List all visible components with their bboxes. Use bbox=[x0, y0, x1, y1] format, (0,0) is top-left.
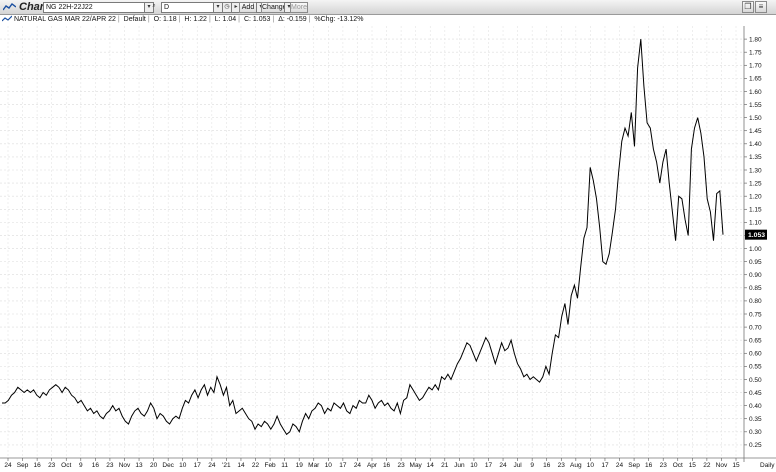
x-tick-label: 23 bbox=[48, 462, 56, 469]
y-tick-label: 1.75 bbox=[749, 49, 762, 56]
y-tick-label: 1.15 bbox=[749, 207, 762, 214]
x-tick-label: Nov bbox=[716, 462, 728, 469]
last-price-marker: 1.053 bbox=[745, 229, 767, 240]
y-tick-label: 0.65 bbox=[749, 337, 762, 344]
period-label: Daily bbox=[760, 462, 775, 469]
x-tick-label: 17 bbox=[601, 462, 609, 469]
y-tick-label: 0.25 bbox=[749, 442, 762, 449]
chart-grid bbox=[0, 26, 776, 458]
x-tick-label: 17 bbox=[485, 462, 493, 469]
x-tick-label: Sep bbox=[628, 462, 640, 469]
y-tick-label: 0.70 bbox=[749, 324, 762, 331]
x-tick-label: 10 bbox=[470, 462, 478, 469]
x-tick-label: 10 bbox=[587, 462, 595, 469]
y-tick-label: 0.80 bbox=[749, 298, 762, 305]
x-tick-label: 24 bbox=[616, 462, 624, 469]
y-tick-label: 1.70 bbox=[749, 63, 762, 70]
x-tick-label: 23 bbox=[398, 462, 406, 469]
y-tick-label: 0.60 bbox=[749, 351, 762, 358]
x-tick-label: Mar bbox=[308, 462, 320, 469]
x-tick-label: 22 bbox=[252, 462, 260, 469]
x-tick-label: 9 bbox=[530, 462, 534, 469]
x-tick-label: 14 bbox=[427, 462, 435, 469]
x-tick-label: 9 bbox=[79, 462, 83, 469]
x-tick-label: 10 bbox=[179, 462, 187, 469]
y-tick-label: 1.25 bbox=[749, 180, 762, 187]
y-tick-label: 1.65 bbox=[749, 76, 762, 83]
y-tick-label: 1.80 bbox=[749, 36, 762, 43]
y-tick-label: 0.50 bbox=[749, 377, 762, 384]
x-tick-label: 10 bbox=[325, 462, 333, 469]
x-tick-label: 23 bbox=[558, 462, 566, 469]
x-tick-label: 15 bbox=[689, 462, 697, 469]
x-tick-label: Apr bbox=[367, 462, 378, 469]
y-tick-label: 1.20 bbox=[749, 193, 762, 200]
x-tick-label: Nov bbox=[119, 462, 131, 469]
x-tick-label: Dec bbox=[162, 462, 174, 469]
x-tick-label: 23 bbox=[660, 462, 668, 469]
x-tick-label: 17 bbox=[339, 462, 347, 469]
x-tick-label: 24 bbox=[499, 462, 507, 469]
x-tick-label: Oct bbox=[61, 462, 71, 469]
last-price-label: 1.053 bbox=[748, 232, 765, 239]
y-tick-label: 1.45 bbox=[749, 128, 762, 135]
price-chart[interactable]: 24 Sep 16 23 Oct 9 16 23 Nov 13 20 Dec 10 17 24 '21 14 22… bbox=[0, 0, 776, 472]
x-tick-label: 22 bbox=[703, 462, 711, 469]
y-tick-label: 0.35 bbox=[749, 416, 762, 423]
y-tick-label: 1.30 bbox=[749, 167, 762, 174]
x-axis: 24 Sep 16 23 Oct 9 16 23 Nov 13 20 Dec 10 17 24 '21 14 22… bbox=[0, 457, 776, 469]
y-tick-label: 0.45 bbox=[749, 390, 762, 397]
x-tick-label: 20 bbox=[150, 462, 158, 469]
x-tick-label: 16 bbox=[543, 462, 551, 469]
x-tick-label: 16 bbox=[383, 462, 391, 469]
y-tick-label: 0.55 bbox=[749, 364, 762, 371]
y-tick-label: 1.60 bbox=[749, 89, 762, 96]
x-tick-label: 21 bbox=[441, 462, 449, 469]
y-tick-label: 1.35 bbox=[749, 154, 762, 161]
x-tick-label: 24 bbox=[4, 462, 12, 469]
x-tick-label: 24 bbox=[208, 462, 216, 469]
x-tick-label: 16 bbox=[645, 462, 653, 469]
x-tick-label: Oct bbox=[673, 462, 683, 469]
x-tick-label: 13 bbox=[135, 462, 143, 469]
x-tick-label: 11 bbox=[281, 462, 288, 469]
x-tick-label: 16 bbox=[34, 462, 42, 469]
x-tick-label: Feb bbox=[264, 462, 276, 469]
x-tick-label: 24 bbox=[354, 462, 362, 469]
y-tick-label: 0.95 bbox=[749, 259, 762, 266]
y-tick-label: 1.55 bbox=[749, 102, 762, 109]
y-tick-label: 1.40 bbox=[749, 141, 762, 148]
y-tick-label: 1.10 bbox=[749, 220, 762, 227]
y-tick-label: 0.75 bbox=[749, 311, 762, 318]
x-tick-label: '21 bbox=[222, 462, 231, 469]
y-tick-label: 1.50 bbox=[749, 115, 762, 122]
x-tick-label: Jun bbox=[454, 462, 465, 469]
x-tick-label: Sep bbox=[17, 462, 29, 469]
x-tick-label: 15 bbox=[732, 462, 740, 469]
y-tick-label: 0.90 bbox=[749, 272, 762, 279]
y-tick-label: 0.40 bbox=[749, 403, 762, 410]
x-tick-label: 17 bbox=[194, 462, 202, 469]
x-tick-label: 19 bbox=[296, 462, 304, 469]
x-tick-label: 14 bbox=[237, 462, 245, 469]
x-tick-label: May bbox=[410, 462, 423, 469]
x-tick-label: Aug bbox=[570, 462, 582, 469]
x-tick-label: 16 bbox=[92, 462, 100, 469]
x-tick-label: Jul bbox=[513, 462, 522, 469]
y-tick-label: 0.85 bbox=[749, 285, 762, 292]
y-tick-label: 1.00 bbox=[749, 246, 762, 253]
y-tick-label: 0.30 bbox=[749, 429, 762, 436]
x-tick-label: 23 bbox=[106, 462, 114, 469]
